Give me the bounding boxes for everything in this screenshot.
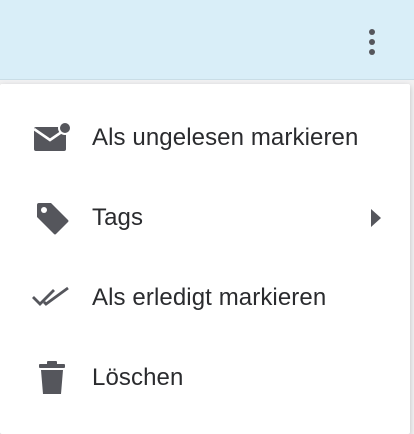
menu-item-tags[interactable]: Tags [0, 178, 410, 258]
menu-item-label: Als ungelesen markieren [92, 124, 359, 151]
vertical-dots-icon-dot-3 [369, 49, 375, 55]
menu-item-label: Tags [92, 204, 144, 231]
menu-item-label: Als erledigt markieren [92, 284, 327, 311]
tag-icon [30, 196, 74, 240]
double-check-icon [30, 276, 74, 320]
menu-item-mark-unread[interactable]: Als ungelesen markieren [0, 98, 410, 178]
vertical-dots-icon-dot-2 [369, 39, 375, 45]
more-options-button[interactable] [358, 22, 386, 62]
vertical-dots-icon [369, 29, 375, 35]
triangle-right-icon [370, 208, 382, 228]
menu-item-label: Löschen [92, 364, 184, 391]
top-bar [0, 0, 414, 80]
trash-icon [30, 356, 74, 400]
context-menu: Als ungelesen markieren Tags Als erledig… [0, 84, 410, 434]
menu-item-delete[interactable]: Löschen [0, 338, 410, 418]
menu-item-mark-done[interactable]: Als erledigt markieren [0, 258, 410, 338]
mail-unread-icon [30, 116, 74, 160]
